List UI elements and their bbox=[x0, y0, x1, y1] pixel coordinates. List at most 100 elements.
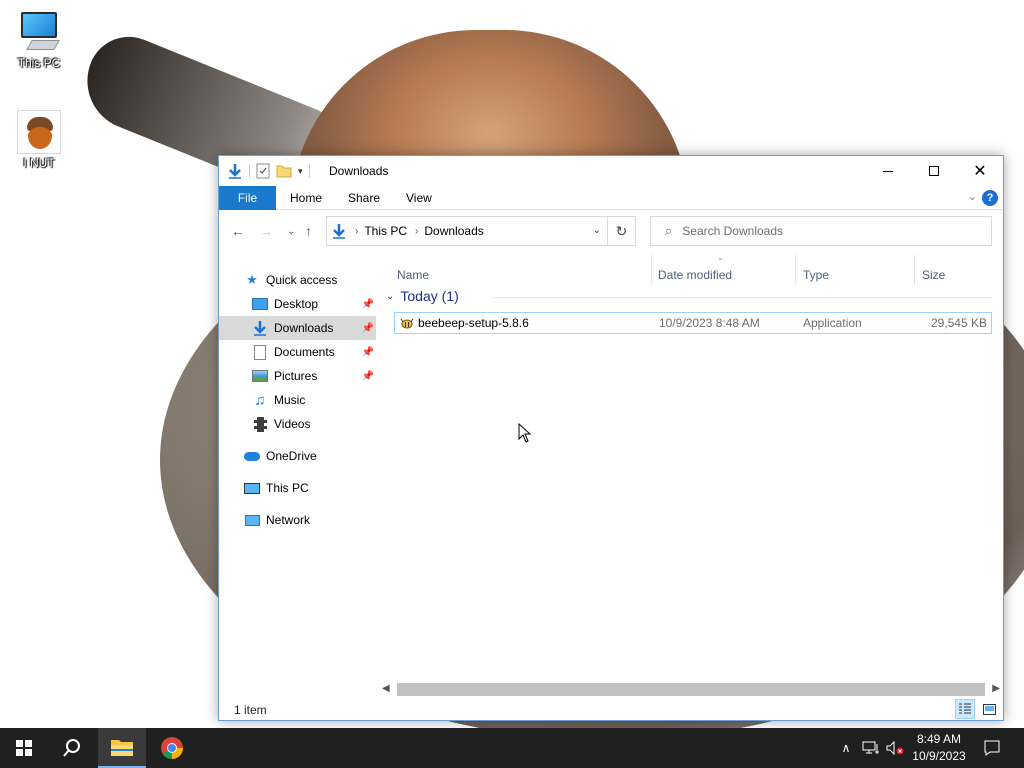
sort-indicator-icon: ⌄ bbox=[717, 253, 724, 262]
downloads-arrow-icon bbox=[333, 224, 345, 239]
clock-time: 8:49 AM bbox=[916, 732, 962, 746]
network-tray-button[interactable] bbox=[860, 728, 882, 768]
application-icon bbox=[400, 316, 414, 333]
chevron-right-icon[interactable]: › bbox=[415, 226, 418, 237]
nav-label: Downloads bbox=[274, 321, 334, 335]
music-folder-icon: ♫ bbox=[254, 391, 266, 409]
minimize-icon bbox=[883, 170, 893, 172]
customize-toolbar-icon[interactable]: ▾ bbox=[298, 166, 303, 177]
new-folder-icon[interactable] bbox=[276, 163, 292, 179]
scroll-left-icon[interactable]: ◀ bbox=[382, 683, 390, 694]
navigation-bar: ← → ⌄ ↑ › This PC › Downloads ⌄ ↻ ⌕ bbox=[219, 211, 1003, 251]
file-row[interactable]: beebeep-setup-5.8.6 10/9/2023 8:48 AM Ap… bbox=[394, 312, 992, 334]
ribbon-tabs: File Home Share View ⌄ ? bbox=[219, 186, 1003, 210]
pin-icon[interactable]: 📌 bbox=[362, 299, 374, 310]
nav-item-videos[interactable]: Videos bbox=[219, 412, 376, 436]
network-icon bbox=[862, 741, 879, 754]
search-input[interactable] bbox=[682, 224, 973, 238]
nav-item-downloads[interactable]: Downloads 📌 bbox=[219, 316, 376, 340]
horizontal-scrollbar[interactable]: ◀ ▶ bbox=[382, 683, 1004, 697]
computer-icon bbox=[17, 10, 61, 54]
tab-share[interactable]: Share bbox=[334, 186, 394, 210]
desktop-icon-label: This PC bbox=[17, 56, 61, 70]
chevron-right-icon[interactable]: › bbox=[355, 226, 358, 237]
maximize-button[interactable] bbox=[911, 156, 957, 186]
close-icon: ✕ bbox=[973, 163, 987, 180]
back-arrow-icon[interactable]: ← bbox=[231, 223, 245, 239]
taskbar-file-explorer[interactable] bbox=[98, 728, 146, 768]
address-bar[interactable]: › This PC › Downloads ⌄ bbox=[326, 216, 608, 246]
minimize-button[interactable] bbox=[865, 156, 911, 186]
desktop-icon-i-nut[interactable]: I NUT bbox=[9, 110, 69, 170]
column-header-date-modified[interactable]: Date modified bbox=[643, 265, 788, 285]
acorn-icon bbox=[17, 110, 61, 154]
large-icons-view-button[interactable] bbox=[981, 701, 997, 717]
title-bar[interactable]: ▾ Downloads ✕ bbox=[219, 156, 1003, 186]
nav-item-desktop[interactable]: Desktop 📌 bbox=[219, 292, 376, 316]
chrome-icon bbox=[161, 737, 183, 759]
column-header-name[interactable]: Name bbox=[382, 265, 652, 285]
column-header-type[interactable]: Type bbox=[788, 265, 908, 285]
tab-file[interactable]: File bbox=[219, 186, 276, 210]
search-icon: ⌕ bbox=[665, 223, 673, 238]
nav-item-this-pc[interactable]: This PC bbox=[219, 476, 376, 500]
nav-label: OneDrive bbox=[266, 449, 317, 463]
taskbar-chrome[interactable] bbox=[148, 728, 196, 768]
group-header-today[interactable]: ⌄ Today (1) bbox=[386, 288, 459, 304]
pin-icon[interactable]: 📌 bbox=[362, 323, 374, 334]
search-button[interactable] bbox=[48, 728, 96, 768]
nav-item-pictures[interactable]: Pictures 📌 bbox=[219, 364, 376, 388]
pin-icon[interactable]: 📌 bbox=[362, 347, 374, 358]
help-icon[interactable]: ? bbox=[982, 190, 998, 206]
file-explorer-window: ▾ Downloads ✕ File Home Share View ⌄ ? ←… bbox=[218, 155, 1004, 721]
search-box[interactable]: ⌕ bbox=[650, 216, 992, 246]
recent-locations-icon[interactable]: ⌄ bbox=[287, 226, 295, 237]
nav-label: Desktop bbox=[274, 297, 319, 311]
expand-ribbon-icon[interactable]: ⌄ bbox=[968, 190, 977, 203]
nav-item-onedrive[interactable]: OneDrive bbox=[219, 444, 376, 468]
notifications-button[interactable] bbox=[978, 728, 1006, 768]
nav-label: Network bbox=[266, 513, 311, 527]
desktop-icon-this-pc[interactable]: This PC bbox=[9, 10, 69, 70]
details-view-button[interactable] bbox=[955, 699, 975, 719]
status-bar: 1 item bbox=[219, 698, 1003, 720]
refresh-button[interactable]: ↻ bbox=[608, 216, 636, 246]
properties-icon[interactable] bbox=[256, 163, 270, 179]
file-date-modified: 10/9/2023 8:48 AM bbox=[659, 316, 760, 330]
file-type: Application bbox=[803, 316, 862, 330]
start-button[interactable] bbox=[0, 728, 48, 768]
chevron-down-icon: ⌄ bbox=[386, 290, 395, 302]
computer-icon bbox=[243, 480, 261, 496]
nav-item-network[interactable]: Network bbox=[219, 508, 376, 532]
downloads-folder-icon bbox=[251, 320, 269, 336]
scrollbar-thumb[interactable] bbox=[397, 683, 985, 696]
scroll-right-icon[interactable]: ▶ bbox=[992, 683, 1000, 694]
file-list: Name Date modified Type Size ⌄ ⌄ Today (… bbox=[382, 251, 994, 681]
chevron-down-icon[interactable]: ⌄ bbox=[593, 225, 601, 236]
quick-access-toolbar: ▾ bbox=[227, 163, 310, 179]
breadcrumb-this-pc[interactable]: This PC bbox=[364, 224, 407, 238]
taskbar: ∧ 8:49 AM 10/9/2023 bbox=[0, 728, 1024, 768]
nav-item-music[interactable]: ♫ Music bbox=[219, 388, 376, 412]
column-header-size[interactable]: Size bbox=[907, 265, 992, 285]
network-icon bbox=[243, 512, 261, 528]
forward-arrow-icon[interactable]: → bbox=[259, 223, 273, 239]
breadcrumb-downloads[interactable]: Downloads bbox=[424, 224, 483, 238]
nav-label: Pictures bbox=[274, 369, 318, 383]
nav-item-documents[interactable]: Documents 📌 bbox=[219, 340, 376, 364]
desktop-icon-label: I NUT bbox=[23, 156, 55, 170]
maximize-icon bbox=[929, 166, 939, 176]
up-arrow-icon[interactable]: ↑ bbox=[305, 223, 312, 239]
desktop-folder-icon bbox=[251, 296, 269, 312]
show-hidden-icons-button[interactable]: ∧ bbox=[836, 728, 856, 768]
tab-home[interactable]: Home bbox=[276, 186, 336, 210]
close-button[interactable]: ✕ bbox=[957, 156, 1003, 186]
search-icon bbox=[63, 739, 80, 757]
pin-icon[interactable]: 📌 bbox=[362, 371, 374, 382]
pictures-folder-icon bbox=[251, 368, 269, 384]
taskbar-clock[interactable]: 8:49 AM 10/9/2023 bbox=[900, 731, 978, 765]
nav-item-quick-access[interactable]: ★ Quick access bbox=[219, 268, 376, 292]
tab-view[interactable]: View bbox=[392, 186, 446, 210]
nav-label: This PC bbox=[266, 481, 309, 495]
refresh-icon: ↻ bbox=[615, 223, 628, 239]
